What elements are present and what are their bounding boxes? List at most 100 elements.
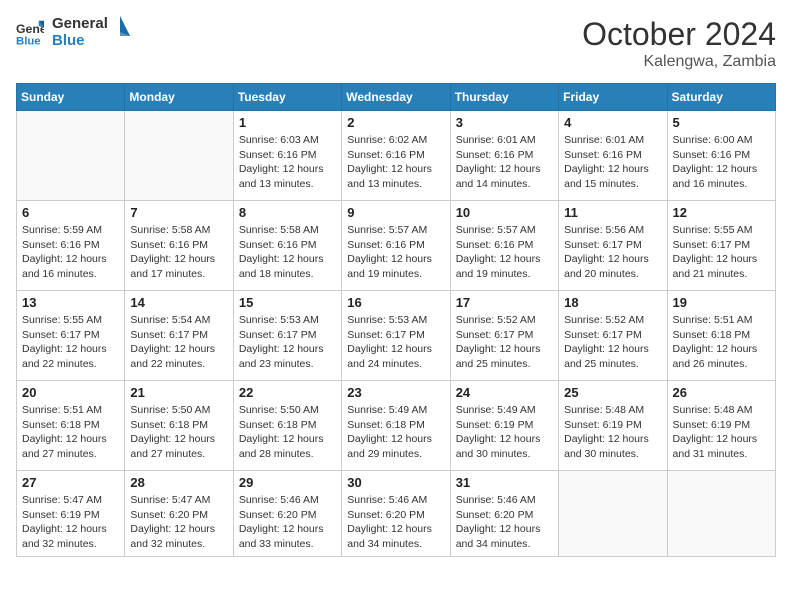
day-number: 1 [239, 115, 336, 130]
day-number: 21 [130, 385, 227, 400]
day-info: Sunrise: 5:49 AM Sunset: 6:18 PM Dayligh… [347, 403, 444, 462]
day-cell-7: 7 Sunrise: 5:58 AM Sunset: 6:16 PM Daylig… [125, 201, 233, 291]
day-cell-23: 23Sunrise: 5:49 AM Sunset: 6:18 PM Dayli… [342, 381, 450, 471]
day-cell-12: 12 Sunrise: 5:55 AM Sunset: 6:17 PM Dayli… [667, 201, 775, 291]
weekday-header-thursday: Thursday [450, 84, 558, 111]
day-info: Sunrise: 5:54 AM Sunset: 6:17 PM Dayligh… [130, 313, 227, 372]
day-info: Sunrise: 5:58 AM Sunset: 6:16 PM Dayligh… [239, 223, 336, 282]
day-cell-11: 11 Sunrise: 5:56 AM Sunset: 6:17 PM Dayli… [559, 201, 667, 291]
weekday-header-tuesday: Tuesday [233, 84, 341, 111]
day-info: Sunrise: 6:03 AM Sunset: 6:16 PM Dayligh… [239, 133, 336, 192]
day-number: 18 [564, 295, 661, 310]
day-number: 17 [456, 295, 553, 310]
day-number: 20 [22, 385, 119, 400]
day-info: Sunrise: 5:58 AM Sunset: 6:16 PM Dayligh… [130, 223, 227, 282]
calendar-table: SundayMondayTuesdayWednesdayThursdayFrid… [16, 83, 776, 557]
day-info: Sunrise: 5:46 AM Sunset: 6:20 PM Dayligh… [347, 493, 444, 552]
day-cell-16: 16Sunrise: 5:53 AM Sunset: 6:17 PM Dayli… [342, 291, 450, 381]
day-cell-21: 21 Sunrise: 5:50 AM Sunset: 6:18 PM Dayli… [125, 381, 233, 471]
day-number: 11 [564, 205, 661, 220]
day-cell-1: 1 Sunrise: 6:03 AM Sunset: 6:16 PM Daylig… [233, 111, 341, 201]
empty-cell [17, 111, 125, 201]
weekday-header-row: SundayMondayTuesdayWednesdayThursdayFrid… [17, 84, 776, 111]
day-number: 28 [130, 475, 227, 490]
week-row-5: 27Sunrise: 5:47 AM Sunset: 6:19 PM Dayli… [17, 471, 776, 557]
day-cell-8: 8 Sunrise: 5:58 AM Sunset: 6:16 PM Daylig… [233, 201, 341, 291]
day-info: Sunrise: 6:00 AM Sunset: 6:16 PM Dayligh… [673, 133, 770, 192]
day-number: 3 [456, 115, 553, 130]
day-info: Sunrise: 5:46 AM Sunset: 6:20 PM Dayligh… [456, 493, 553, 552]
day-info: Sunrise: 5:51 AM Sunset: 6:18 PM Dayligh… [673, 313, 770, 372]
day-cell-20: 20 Sunrise: 5:51 AM Sunset: 6:18 PM Dayli… [17, 381, 125, 471]
day-number: 31 [456, 475, 553, 490]
day-info: Sunrise: 5:50 AM Sunset: 6:18 PM Dayligh… [239, 403, 336, 462]
day-number: 7 [130, 205, 227, 220]
day-cell-25: 25 Sunrise: 5:48 AM Sunset: 6:19 PM Dayli… [559, 381, 667, 471]
day-info: Sunrise: 5:52 AM Sunset: 6:17 PM Dayligh… [456, 313, 553, 372]
day-info: Sunrise: 5:55 AM Sunset: 6:17 PM Dayligh… [22, 313, 119, 372]
day-number: 14 [130, 295, 227, 310]
day-number: 9 [347, 205, 444, 220]
calendar-body: 1 Sunrise: 6:03 AM Sunset: 6:16 PM Daylig… [17, 111, 776, 557]
day-number: 6 [22, 205, 119, 220]
week-row-1: 1 Sunrise: 6:03 AM Sunset: 6:16 PM Daylig… [17, 111, 776, 201]
day-number: 27 [22, 475, 119, 490]
day-cell-30: 30Sunrise: 5:46 AM Sunset: 6:20 PM Dayli… [342, 471, 450, 557]
day-number: 12 [673, 205, 770, 220]
logo-text-general: General [52, 16, 108, 33]
day-info: Sunrise: 5:53 AM Sunset: 6:17 PM Dayligh… [347, 313, 444, 372]
logo-sail-icon [110, 16, 130, 46]
day-info: Sunrise: 5:53 AM Sunset: 6:17 PM Dayligh… [239, 313, 336, 372]
day-cell-29: 29 Sunrise: 5:46 AM Sunset: 6:20 PM Dayli… [233, 471, 341, 557]
day-number: 13 [22, 295, 119, 310]
week-row-2: 6 Sunrise: 5:59 AM Sunset: 6:16 PM Daylig… [17, 201, 776, 291]
calendar-title-area: October 2024 Kalengwa, Zambia [582, 16, 776, 71]
day-number: 25 [564, 385, 661, 400]
empty-cell [125, 111, 233, 201]
day-number: 5 [673, 115, 770, 130]
day-number: 15 [239, 295, 336, 310]
day-cell-18: 18Sunrise: 5:52 AM Sunset: 6:17 PM Dayli… [559, 291, 667, 381]
day-info: Sunrise: 5:47 AM Sunset: 6:20 PM Dayligh… [130, 493, 227, 552]
day-info: Sunrise: 5:57 AM Sunset: 6:16 PM Dayligh… [347, 223, 444, 282]
day-info: Sunrise: 5:50 AM Sunset: 6:18 PM Dayligh… [130, 403, 227, 462]
day-cell-14: 14 Sunrise: 5:54 AM Sunset: 6:17 PM Dayli… [125, 291, 233, 381]
day-number: 8 [239, 205, 336, 220]
day-cell-28: 28 Sunrise: 5:47 AM Sunset: 6:20 PM Dayli… [125, 471, 233, 557]
day-info: Sunrise: 5:55 AM Sunset: 6:17 PM Dayligh… [673, 223, 770, 282]
day-number: 24 [456, 385, 553, 400]
day-cell-6: 6 Sunrise: 5:59 AM Sunset: 6:16 PM Daylig… [17, 201, 125, 291]
day-cell-5: 5 Sunrise: 6:00 AM Sunset: 6:16 PM Daylig… [667, 111, 775, 201]
logo-icon: General Blue [16, 19, 44, 47]
day-cell-26: 26 Sunrise: 5:48 AM Sunset: 6:19 PM Dayli… [667, 381, 775, 471]
day-cell-15: 15 Sunrise: 5:53 AM Sunset: 6:17 PM Dayli… [233, 291, 341, 381]
day-info: Sunrise: 6:02 AM Sunset: 6:16 PM Dayligh… [347, 133, 444, 192]
day-info: Sunrise: 5:48 AM Sunset: 6:19 PM Dayligh… [564, 403, 661, 462]
day-info: Sunrise: 5:49 AM Sunset: 6:19 PM Dayligh… [456, 403, 553, 462]
day-info: Sunrise: 5:57 AM Sunset: 6:16 PM Dayligh… [456, 223, 553, 282]
day-number: 10 [456, 205, 553, 220]
day-cell-17: 17 Sunrise: 5:52 AM Sunset: 6:17 PM Dayli… [450, 291, 558, 381]
empty-cell [559, 471, 667, 557]
day-cell-27: 27Sunrise: 5:47 AM Sunset: 6:19 PM Dayli… [17, 471, 125, 557]
day-number: 26 [673, 385, 770, 400]
day-number: 22 [239, 385, 336, 400]
day-cell-2: 2 Sunrise: 6:02 AM Sunset: 6:16 PM Daylig… [342, 111, 450, 201]
empty-cell [667, 471, 775, 557]
day-info: Sunrise: 5:46 AM Sunset: 6:20 PM Dayligh… [239, 493, 336, 552]
weekday-header-sunday: Sunday [17, 84, 125, 111]
weekday-header-friday: Friday [559, 84, 667, 111]
day-number: 2 [347, 115, 444, 130]
day-info: Sunrise: 5:48 AM Sunset: 6:19 PM Dayligh… [673, 403, 770, 462]
day-cell-22: 22 Sunrise: 5:50 AM Sunset: 6:18 PM Dayli… [233, 381, 341, 471]
day-info: Sunrise: 5:51 AM Sunset: 6:18 PM Dayligh… [22, 403, 119, 462]
day-number: 4 [564, 115, 661, 130]
week-row-3: 13 Sunrise: 5:55 AM Sunset: 6:17 PM Dayli… [17, 291, 776, 381]
day-number: 29 [239, 475, 336, 490]
day-cell-13: 13 Sunrise: 5:55 AM Sunset: 6:17 PM Dayli… [17, 291, 125, 381]
day-info: Sunrise: 5:59 AM Sunset: 6:16 PM Dayligh… [22, 223, 119, 282]
logo-text-blue: Blue [52, 33, 108, 50]
day-info: Sunrise: 5:56 AM Sunset: 6:17 PM Dayligh… [564, 223, 661, 282]
weekday-header-wednesday: Wednesday [342, 84, 450, 111]
day-cell-3: 3Sunrise: 6:01 AM Sunset: 6:16 PM Daylig… [450, 111, 558, 201]
